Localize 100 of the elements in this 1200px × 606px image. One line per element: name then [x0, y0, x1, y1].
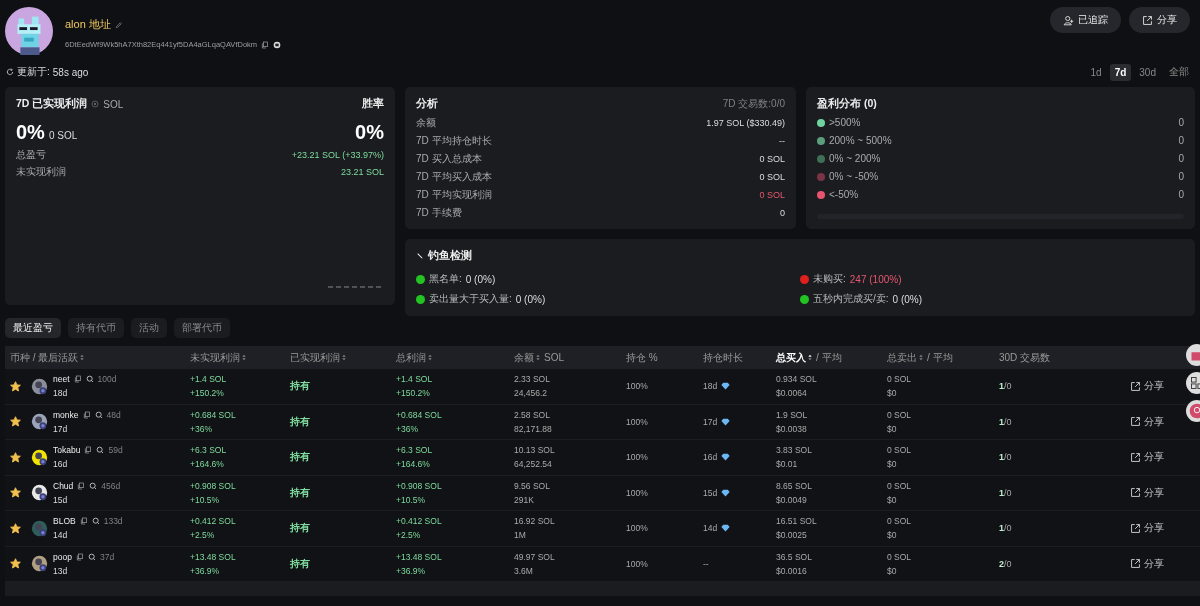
table-cell-text: 1M	[514, 530, 527, 541]
copy-icon[interactable]	[84, 446, 93, 455]
copy-icon[interactable]	[79, 517, 88, 526]
period-tab[interactable]: 30d	[1134, 63, 1161, 81]
section-tab[interactable]: 持有代币	[68, 318, 124, 338]
buy-count: 2	[999, 558, 1004, 569]
column-subheader: / 平均	[927, 350, 953, 365]
range-label: 0% ~ -50%	[829, 171, 879, 182]
copy-icon[interactable]	[261, 40, 270, 49]
table-cell-text: +6.3 SOL	[190, 445, 228, 456]
star-icon[interactable]	[10, 558, 21, 570]
token-name[interactable]: Tokabu	[53, 445, 81, 456]
check-value: 0 (0%)	[892, 293, 922, 305]
section-tab[interactable]: 最近盈亏	[5, 318, 61, 338]
table-cell-text: +36.9%	[190, 565, 221, 576]
table-cell-text: +1.4 SOL	[396, 374, 434, 385]
stat-label: 总盈亏	[16, 147, 46, 162]
check-value: 0 (0%)	[465, 273, 496, 285]
column-header[interactable]: 总卖出	[887, 350, 917, 365]
share-link[interactable]: 分享	[1130, 521, 1164, 536]
search-icon[interactable]	[87, 552, 96, 561]
share-link[interactable]: 分享	[1130, 556, 1164, 571]
table-cell-text: 9.56 SOL	[514, 480, 551, 491]
column-header[interactable]: 总利润	[396, 350, 426, 365]
table-cell-text: 36.5 SOL	[776, 551, 813, 562]
share-link[interactable]: 分享	[1130, 450, 1164, 465]
table-cell: 100%	[626, 381, 648, 392]
share-icon	[1130, 416, 1141, 428]
table-cell-text: 16.51 SOL	[776, 516, 818, 527]
currency-label: SOL	[103, 98, 124, 110]
star-icon[interactable]	[10, 451, 21, 463]
table-cell-text: $0.01	[776, 459, 799, 470]
section-tab[interactable]: 部署代币	[174, 318, 230, 338]
sort-icon[interactable]	[808, 354, 812, 361]
period-tab[interactable]: 全部	[1164, 62, 1194, 82]
share-link[interactable]: 分享	[1130, 485, 1164, 500]
coin-icon	[91, 100, 100, 108]
table-cell-text: 3.6M	[514, 565, 534, 576]
range-count: 0	[1178, 189, 1184, 200]
star-icon[interactable]	[10, 522, 21, 534]
table-cell-text: +0.908 SOL	[396, 480, 443, 491]
token-name[interactable]: BLOB	[53, 516, 76, 527]
column-header[interactable]: 总买入	[776, 350, 806, 365]
table-cell-text: +13.48 SOL	[190, 551, 237, 562]
column-header[interactable]: 余额	[514, 350, 534, 365]
coin-icon[interactable]	[273, 40, 282, 49]
section-tab[interactable]: 活动	[131, 318, 167, 338]
table-cell-text: 49.97 SOL	[514, 551, 556, 562]
token-name[interactable]: neet	[53, 374, 70, 385]
token-name[interactable]: Chud	[53, 480, 74, 491]
search-icon[interactable]	[89, 481, 98, 490]
share-link[interactable]: 分享	[1130, 414, 1164, 429]
copy-icon[interactable]	[73, 375, 82, 384]
table-cell-text: 1.9 SOL	[776, 409, 809, 420]
stat-label: 未实现利润	[16, 164, 66, 179]
table-cell: 100%	[626, 416, 648, 427]
range-label: 200% ~ 500%	[829, 135, 892, 146]
share-button[interactable]: 分享	[1129, 7, 1190, 33]
share-icon	[1130, 451, 1141, 463]
column-header[interactable]: 已实现利润	[290, 350, 340, 365]
star-icon[interactable]	[10, 380, 21, 392]
column-header[interactable]: 未实现利润	[190, 350, 240, 365]
buy-count: 1	[999, 452, 1004, 463]
period-tab[interactable]: 7d	[1109, 63, 1132, 81]
check-value: 0 (0%)	[515, 293, 546, 305]
token-name[interactable]: monke	[53, 409, 79, 420]
search-icon[interactable]	[94, 410, 103, 419]
column-subheader: SOL	[544, 352, 564, 363]
stat-value: 0 SOL	[759, 153, 785, 164]
table-cell-text: $0.0038	[776, 423, 808, 434]
table-cell-text: $0.0064	[776, 388, 808, 399]
copy-icon[interactable]	[75, 552, 84, 561]
star-icon[interactable]	[10, 487, 21, 499]
table-cell-text: +36%	[396, 423, 419, 434]
follow-button[interactable]: 已追踪	[1050, 7, 1121, 33]
table-cell-text: $0	[887, 530, 898, 541]
edit-icon[interactable]	[114, 20, 123, 29]
stat-label: 余额	[416, 115, 436, 130]
table-cell-text: 0 SOL	[887, 374, 913, 385]
copy-icon[interactable]	[82, 410, 91, 419]
column-header[interactable]: 币种 / 最后活跃	[10, 350, 79, 365]
stat-value: 0 SOL	[759, 171, 785, 182]
sell-count: /0	[1004, 487, 1012, 498]
token-name[interactable]: poop	[53, 551, 72, 562]
share-link[interactable]: 分享	[1130, 379, 1164, 394]
search-icon[interactable]	[91, 517, 100, 526]
share-icon	[1130, 522, 1141, 534]
table-cell-text: 24,456.2	[514, 388, 549, 399]
table-cell-text: 0.934 SOL	[776, 374, 818, 385]
copy-icon[interactable]	[77, 481, 86, 490]
period-tab[interactable]: 1d	[1085, 63, 1107, 81]
table-cell-text: 3.83 SOL	[776, 445, 813, 456]
table-cell-text: +164.6%	[190, 459, 225, 470]
search-icon[interactable]	[96, 446, 105, 455]
table-cell-text: 10.13 SOL	[514, 445, 556, 456]
table-cell: 18d	[703, 381, 718, 392]
search-icon[interactable]	[85, 375, 94, 384]
stat-value: +23.21 SOL (+33.97%)	[291, 149, 384, 160]
star-icon[interactable]	[10, 416, 21, 428]
refresh-icon[interactable]	[6, 68, 14, 76]
